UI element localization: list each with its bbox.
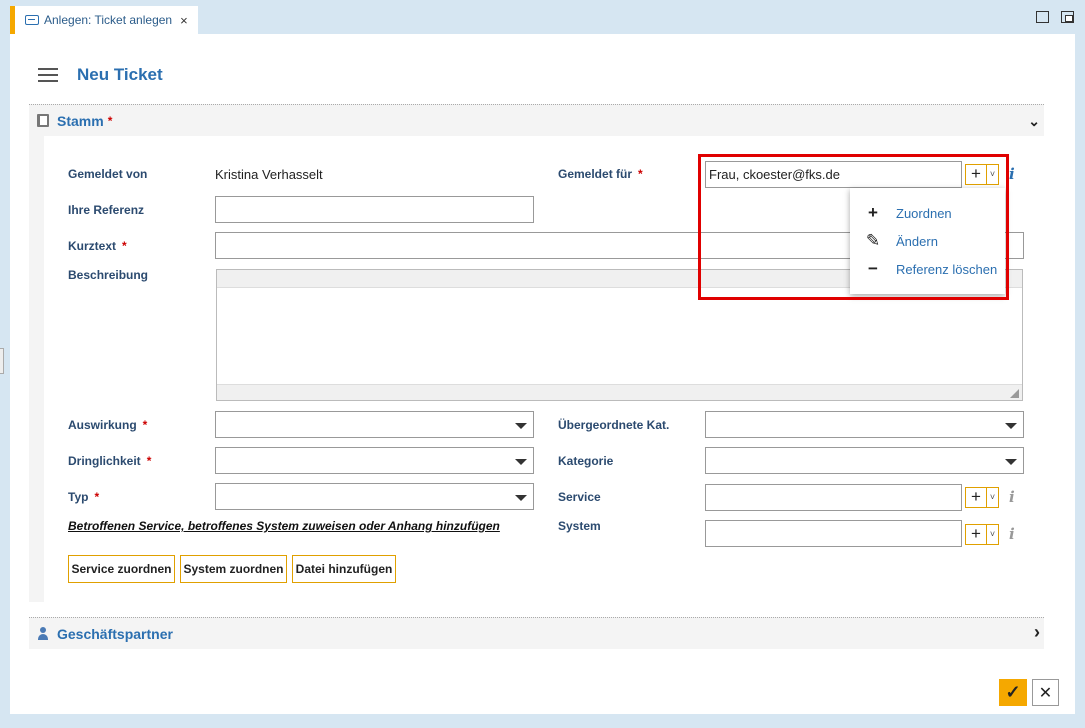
required-marker: * (638, 167, 643, 181)
resize-grip-icon[interactable] (0, 348, 4, 374)
label-gemeldet-fuer: Gemeldet für * (558, 167, 643, 181)
ihre-referenz-field[interactable] (215, 196, 534, 223)
auswirkung-select[interactable] (215, 411, 534, 438)
required-marker: * (142, 418, 148, 432)
close-icon[interactable]: × (180, 13, 188, 28)
label-service: Service (558, 490, 601, 504)
label-system: System (558, 519, 601, 533)
label-beschreibung: Beschreibung (68, 268, 149, 282)
plus-icon[interactable]: + (966, 525, 987, 544)
chevron-down-icon[interactable]: ⌄ (1028, 113, 1040, 130)
value-gemeldet-von: Kristina Verhasselt (215, 167, 323, 182)
label-ihre-referenz: Ihre Referenz (68, 203, 145, 217)
typ-select[interactable] (215, 483, 534, 510)
tab-bar: Anlegen: Ticket anlegen × (0, 0, 1085, 34)
ticket-icon (25, 15, 39, 25)
editor-resize-handle[interactable] (217, 384, 1022, 400)
required-marker: * (146, 454, 152, 468)
system-add-button[interactable]: + ˅ (965, 524, 999, 545)
label-dringlichkeit-text: Dringlichkeit (68, 454, 141, 468)
person-icon (37, 627, 49, 640)
tab-ticket-anlegen[interactable]: Anlegen: Ticket anlegen × (10, 6, 198, 34)
page-title: Neu Ticket (77, 65, 163, 84)
required-marker: * (122, 239, 127, 253)
required-marker: * (94, 490, 100, 504)
book-icon (37, 114, 49, 127)
section-required-star: * (107, 113, 113, 128)
label-auswirkung-text: Auswirkung (68, 418, 137, 432)
cancel-button[interactable]: ✕ (1032, 679, 1059, 706)
dringlichkeit-select[interactable] (215, 447, 534, 474)
label-uebergeordnete-kat: Übergeordnete Kat. (558, 418, 670, 432)
service-zuordnen-button[interactable]: Service zuordnen (68, 555, 175, 583)
label-gemeldet-fuer-text: Gemeldet für (558, 167, 633, 181)
datei-hinzufuegen-button[interactable]: Datei hinzufügen (292, 555, 396, 583)
info-icon[interactable]: i (1009, 488, 1015, 506)
confirm-button[interactable]: ✓ (999, 679, 1027, 706)
label-typ-text: Typ (68, 490, 89, 504)
info-icon[interactable]: i (1009, 165, 1015, 183)
highlight-box (698, 154, 1009, 300)
label-kurztext-text: Kurztext (68, 239, 117, 253)
caret-down-icon[interactable]: ˅ (987, 488, 998, 507)
plus-icon[interactable]: + (966, 488, 987, 507)
section-geschaeftspartner-header[interactable]: Geschäftspartner › (29, 617, 1044, 649)
section-gp-label: Geschäftspartner (57, 625, 173, 642)
restore-icon[interactable] (1061, 11, 1074, 23)
label-gemeldet-von: Gemeldet von (68, 167, 148, 181)
tab-title: Anlegen: Ticket anlegen (44, 13, 173, 27)
label-typ: Typ * (68, 490, 99, 504)
section-stamm-header[interactable]: Stamm * ⌄ (29, 104, 1044, 136)
uebergeordnete-kat-select[interactable] (705, 411, 1024, 438)
assign-service-link[interactable]: Betroffenen Service, betroffenes System … (68, 519, 500, 533)
service-add-button[interactable]: + ˅ (965, 487, 999, 508)
kategorie-select[interactable] (705, 447, 1024, 474)
label-auswirkung: Auswirkung * (68, 418, 147, 432)
label-dringlichkeit: Dringlichkeit * (68, 454, 151, 468)
system-zuordnen-button[interactable]: System zuordnen (180, 555, 287, 583)
maximize-icon[interactable] (1036, 11, 1049, 23)
label-kategorie: Kategorie (558, 454, 614, 468)
chevron-right-icon[interactable]: › (1034, 622, 1040, 643)
caret-down-icon[interactable]: ˅ (987, 525, 998, 544)
system-field[interactable] (705, 520, 962, 547)
info-icon[interactable]: i (1009, 525, 1015, 543)
section-stamm-label: Stamm (57, 112, 104, 129)
label-kurztext: Kurztext * (68, 239, 127, 253)
hamburger-menu-icon[interactable] (38, 68, 58, 82)
service-field[interactable] (705, 484, 962, 511)
